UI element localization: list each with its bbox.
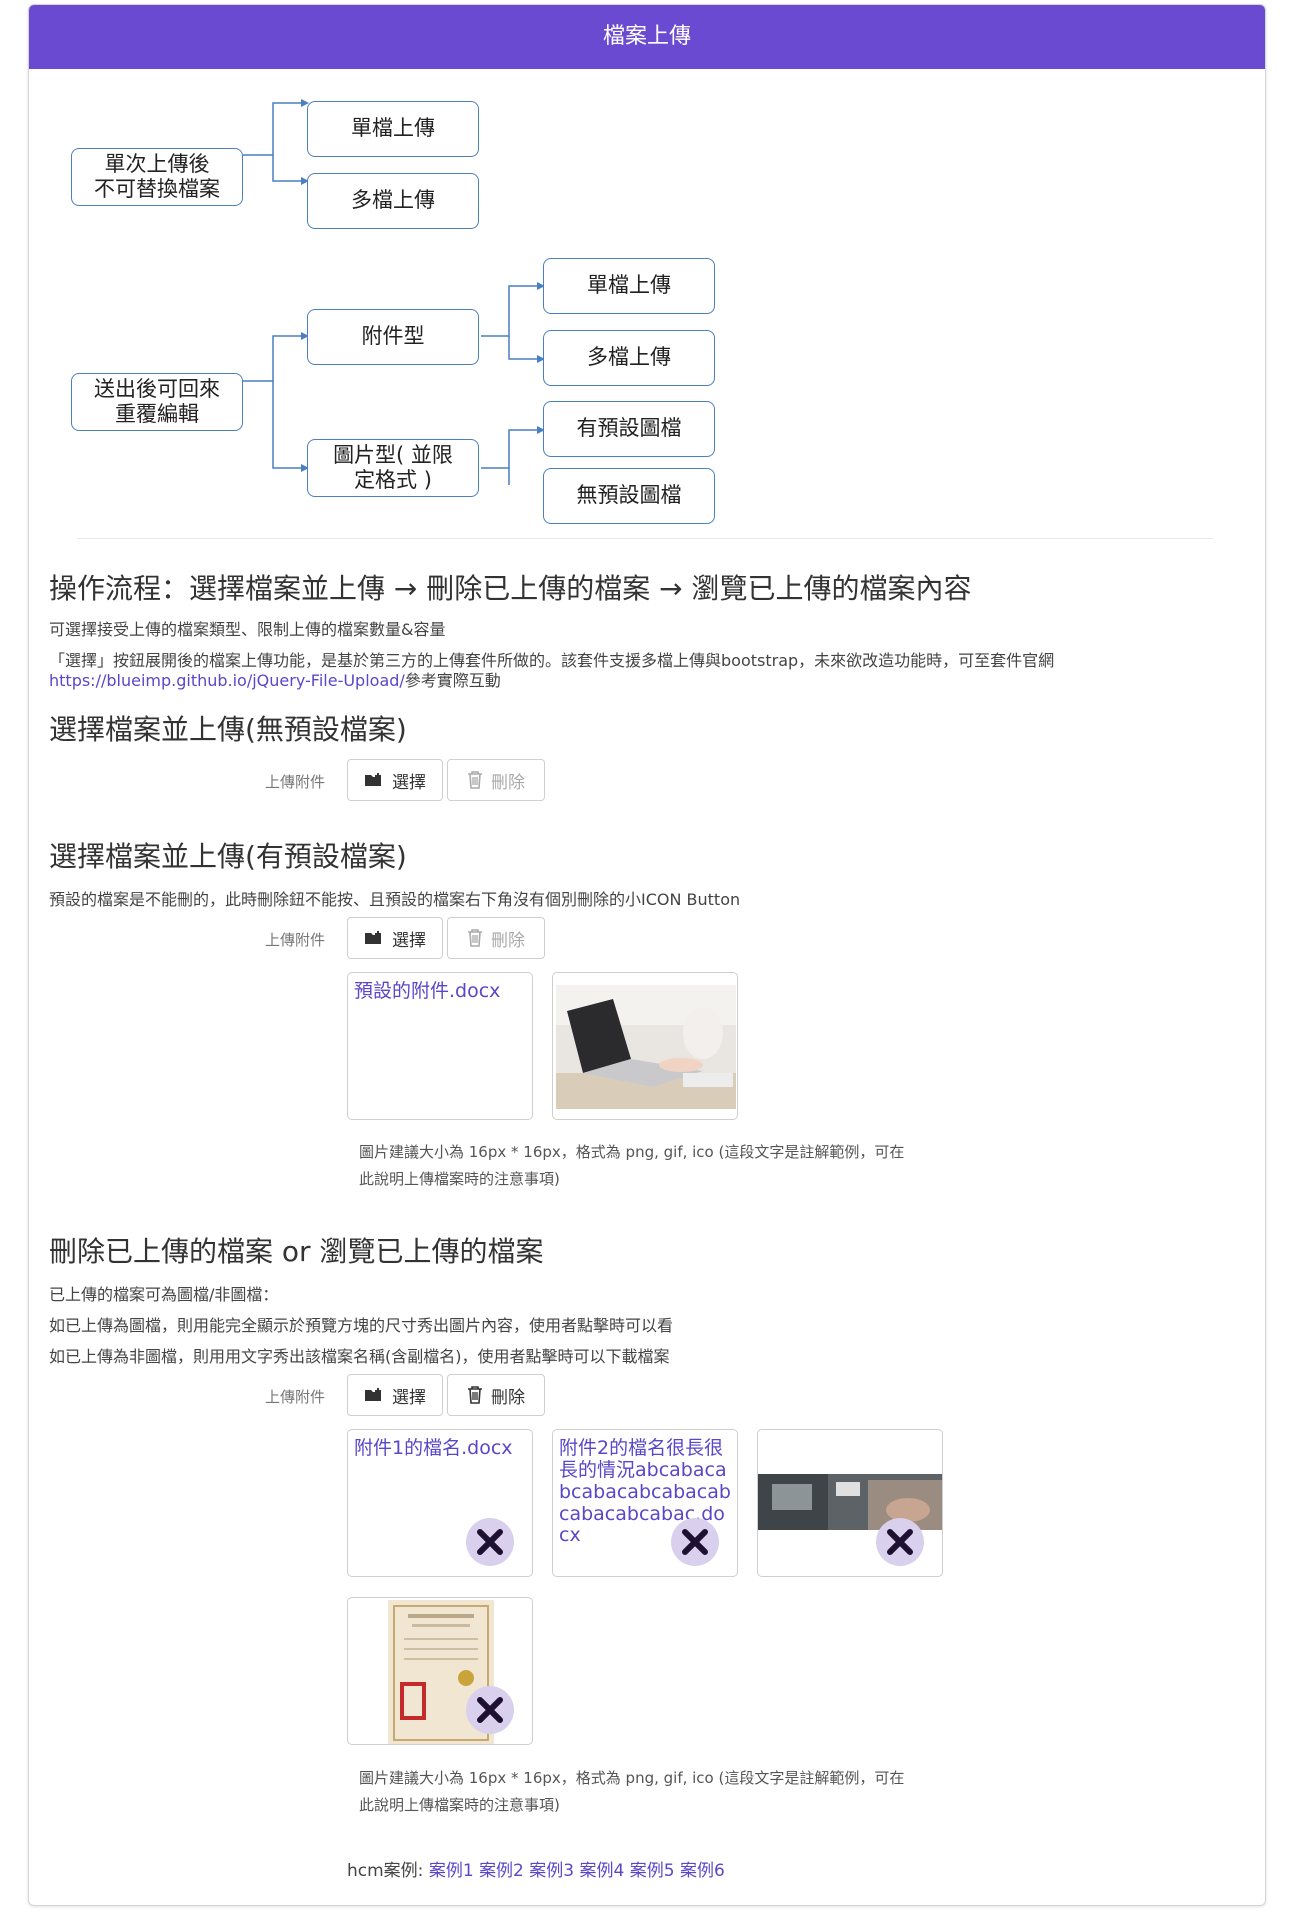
upload-note-line-2: 此說明上傳檔案時的注意事項) <box>359 1170 560 1188</box>
select-label: 選擇 <box>392 1387 426 1408</box>
node-single-upload-no-replace: 單次上傳後 不可替換檔案 <box>71 148 243 206</box>
case-link-2[interactable]: 案例2 <box>479 1861 524 1881</box>
node-image-with-default: 有預設圖檔 <box>543 401 715 457</box>
case-link-6[interactable]: 案例6 <box>680 1861 725 1881</box>
upload-label: 上傳附件 <box>265 773 326 791</box>
section-heading-delete-browse: 刪除已上傳的檔案 or 瀏覽已上傳的檔案 <box>49 1235 544 1268</box>
upload-note-line-1: 圖片建議大小為 16px * 16px，格式為 png, gif, ico (這… <box>359 1769 905 1787</box>
upload-note-line-1: 圖片建議大小為 16px * 16px，格式為 png, gif, ico (這… <box>359 1143 905 1161</box>
trash-icon <box>467 929 483 947</box>
node-image-no-default: 無預設圖檔 <box>543 468 715 524</box>
divider <box>77 538 1213 539</box>
browse-desc-3: 如已上傳為非圖檔，則用用文字秀出該檔案名稱(含副檔名)，使用者點擊時可以下載檔案 <box>49 1347 670 1366</box>
case-link-3[interactable]: 案例3 <box>529 1861 574 1881</box>
laptop-photo-image <box>556 985 736 1109</box>
node-image-type: 圖片型( 並限 定格式 ) <box>307 439 479 497</box>
close-icon[interactable] <box>876 1518 924 1566</box>
upload-panel: 檔案上傳 單次上傳後 不可替換檔案 單檔上傳 多檔上傳 送出後可回來 重覆編輯 … <box>28 4 1266 1906</box>
case-links-prefix: hcm案例: <box>347 1861 424 1881</box>
flow-desc-1: 可選擇接受上傳的檔案類型、限制上傳的檔案數量&容量 <box>49 620 446 639</box>
browse-desc-2: 如已上傳為圖檔，則用能完全顯示於預覽方塊的尺寸秀出圖片內容，使用者點擊時可以看 <box>49 1316 674 1335</box>
select-label: 選擇 <box>392 772 426 793</box>
node-text: 重覆編輯 <box>115 402 199 426</box>
node-single-file: 單檔上傳 <box>307 101 479 157</box>
case-link-1[interactable]: 案例1 <box>429 1861 474 1881</box>
node-multi-file: 多檔上傳 <box>307 173 479 229</box>
select-label: 選擇 <box>392 930 426 951</box>
node-editable-after-submit: 送出後可回來 重覆編輯 <box>71 373 243 431</box>
flow-desc-suffix: 參考實際互動 <box>404 671 501 690</box>
folder-plus-icon <box>364 772 384 788</box>
node-text: 定格式 ) <box>354 468 432 492</box>
file-preview-card[interactable]: 預設的附件.docx <box>347 972 533 1120</box>
close-icon[interactable] <box>466 1686 514 1734</box>
node-text: 不可替換檔案 <box>94 177 220 201</box>
select-button[interactable]: 選擇 <box>347 1374 443 1416</box>
delete-button[interactable]: 刪除 <box>447 917 545 959</box>
select-button[interactable]: 選擇 <box>347 759 443 801</box>
folder-plus-icon <box>364 930 384 946</box>
delete-button[interactable]: 刪除 <box>447 1374 545 1416</box>
delete-label: 刪除 <box>491 930 525 951</box>
delete-label: 刪除 <box>491 772 525 793</box>
delete-label: 刪除 <box>491 1387 525 1408</box>
upload-note-line-2: 此說明上傳檔案時的注意事項) <box>359 1796 560 1814</box>
image-preview-card[interactable] <box>552 972 738 1120</box>
select-button[interactable]: 選擇 <box>347 917 443 959</box>
section-heading-flow: 操作流程：選擇檔案並上傳 → 刪除已上傳的檔案 → 瀏覽已上傳的檔案內容 <box>49 572 972 605</box>
file-preview-card[interactable]: 附件2的檔名很長很長的情況abcabacabcabacabcabacabcaba… <box>552 1429 738 1577</box>
node-text: 圖片型( 並限 <box>333 442 453 467</box>
case-link-5[interactable]: 案例5 <box>630 1861 675 1881</box>
case-links: hcm案例: 案例1 案例2 案例3 案例4 案例5 案例6 <box>347 1856 725 1881</box>
file-preview-card[interactable]: 附件1的檔名.docx <box>347 1429 533 1577</box>
node-text: 單次上傳後 <box>104 151 210 176</box>
upload-label: 上傳附件 <box>265 1388 326 1406</box>
image-preview-card[interactable] <box>757 1429 943 1577</box>
node-attachment-type: 附件型 <box>307 309 479 365</box>
node-attach-multi: 多檔上傳 <box>543 330 715 386</box>
file-name: 預設的附件.docx <box>354 980 501 1002</box>
flow-desc-3: https://blueimp.github.io/jQuery-File-Up… <box>49 667 501 691</box>
folder-plus-icon <box>364 1387 384 1403</box>
case-link-4[interactable]: 案例4 <box>580 1861 625 1881</box>
node-text: 送出後可回來 <box>94 376 220 401</box>
image-preview-card[interactable] <box>347 1597 533 1745</box>
section-heading-with-default: 選擇檔案並上傳(有預設檔案) <box>49 840 407 873</box>
file-name: 附件1的檔名.docx <box>354 1437 513 1459</box>
section-heading-no-default: 選擇檔案並上傳(無預設檔案) <box>49 713 407 746</box>
trash-icon <box>467 771 483 789</box>
plugin-link[interactable]: https://blueimp.github.io/jQuery-File-Up… <box>49 671 405 690</box>
trash-icon <box>467 1386 483 1404</box>
close-icon[interactable] <box>671 1518 719 1566</box>
close-icon[interactable] <box>466 1518 514 1566</box>
default-desc: 預設的檔案是不能刪的，此時刪除鈕不能按、且預設的檔案右下角沒有個別刪除的小ICO… <box>49 890 741 909</box>
delete-button[interactable]: 刪除 <box>447 759 545 801</box>
node-attach-single: 單檔上傳 <box>543 258 715 314</box>
browse-desc-1: 已上傳的檔案可為圖檔/非圖檔： <box>49 1285 279 1304</box>
upload-label: 上傳附件 <box>265 931 326 949</box>
